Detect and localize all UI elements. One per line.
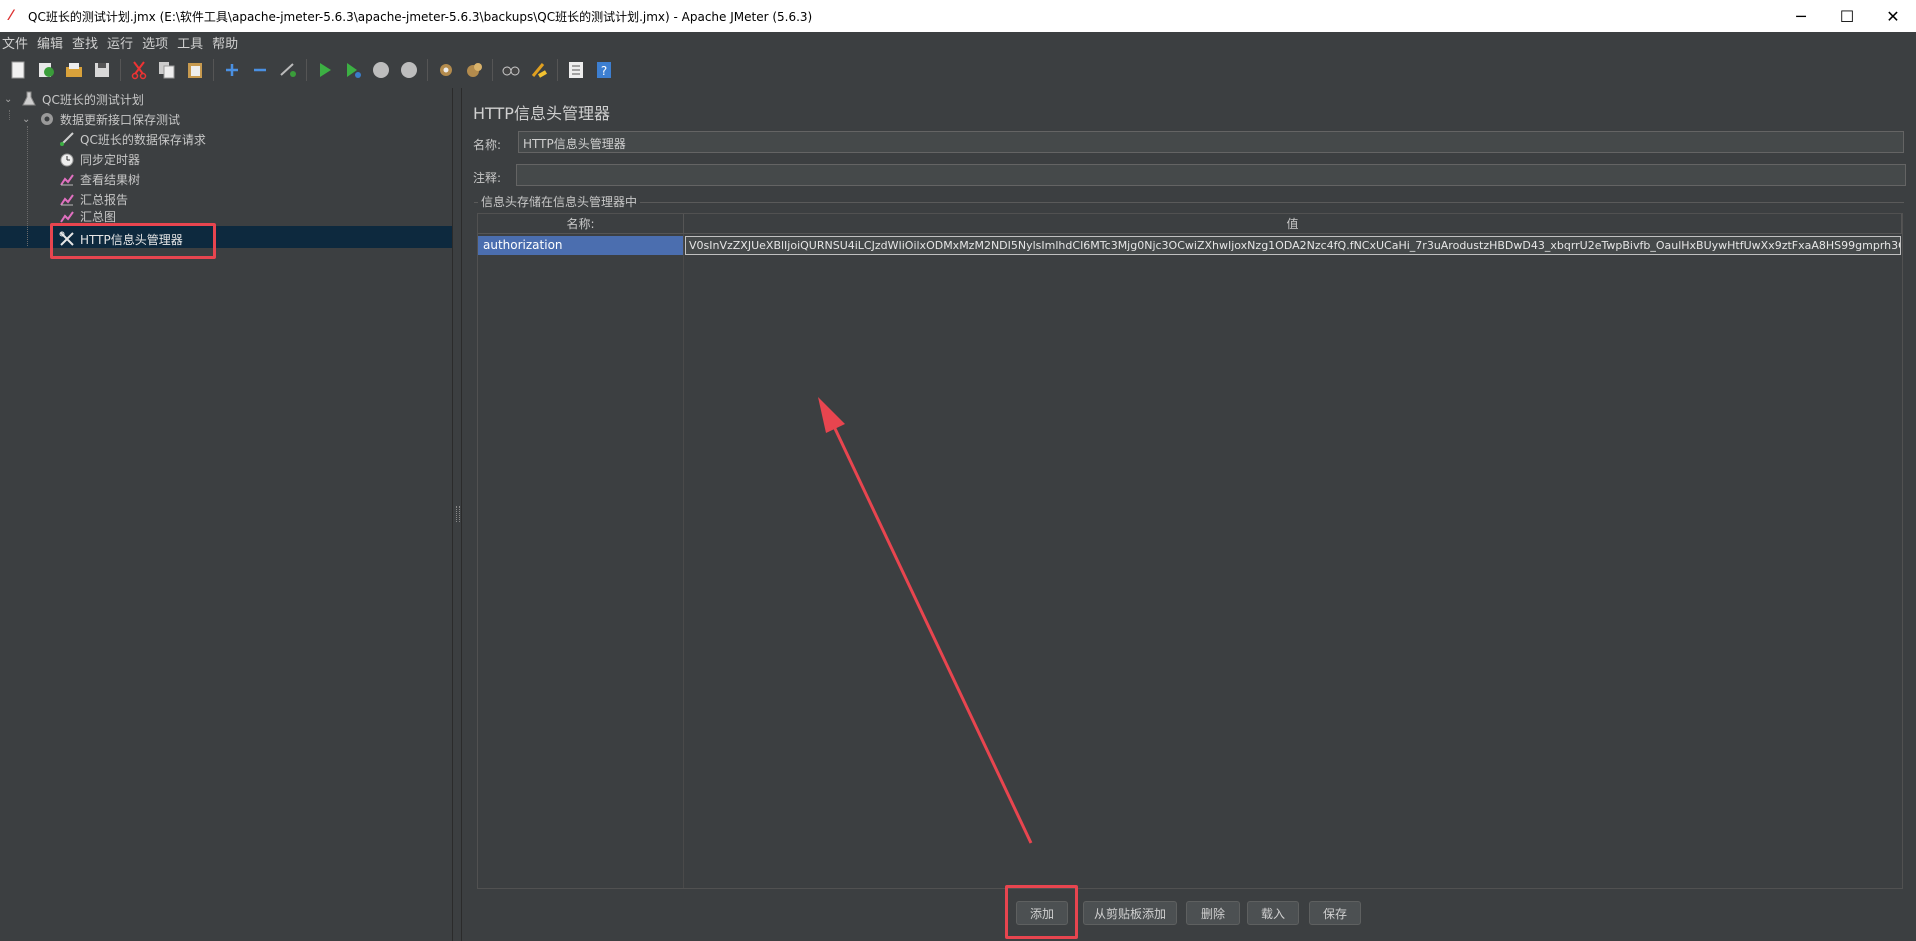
expand-icon[interactable] <box>221 59 243 81</box>
table-cell-name[interactable]: authorization <box>478 236 683 255</box>
tree-label: 汇总图 <box>80 209 117 224</box>
listener-icon <box>58 190 76 208</box>
menu-bar: 文件 编辑 查找 运行 选项 工具 帮助 <box>0 32 1916 52</box>
paste-icon[interactable] <box>184 59 206 81</box>
shutdown-icon[interactable] <box>398 59 420 81</box>
collapse-toggle-icon[interactable]: ⌄ <box>4 94 16 105</box>
function-helper-icon[interactable] <box>565 59 587 81</box>
tree-node-sampler[interactable]: QC班长的数据保存请求 <box>58 129 206 149</box>
templates-icon[interactable] <box>35 59 57 81</box>
annotation-highlight-tree-node <box>50 223 216 259</box>
delete-button[interactable]: 删除 <box>1186 901 1240 925</box>
sampler-icon <box>58 130 76 148</box>
tree-label: QC班长的数据保存请求 <box>80 132 206 147</box>
load-button[interactable]: 载入 <box>1247 901 1299 925</box>
menu-file[interactable]: 文件 <box>0 33 35 52</box>
panel-title: HTTP信息头管理器 <box>473 104 610 123</box>
jmeter-feather-icon: ⁄ <box>10 8 13 24</box>
window-title: QC班长的测试计划.jmx (E:\软件工具\apache-jmeter-5.6… <box>28 9 813 24</box>
new-icon[interactable] <box>7 59 29 81</box>
tree-node-view-results-tree[interactable]: 查看结果树 <box>58 169 140 189</box>
listener-icon <box>58 170 76 188</box>
stop-icon[interactable] <box>370 59 392 81</box>
search-icon[interactable] <box>500 59 522 81</box>
collapse-toggle-icon[interactable]: ⌄ <box>22 114 34 125</box>
tree-label: 汇总报告 <box>80 192 129 207</box>
tree-label: 数据更新接口保存测试 <box>60 112 181 127</box>
save-button[interactable]: 保存 <box>1309 901 1361 925</box>
menu-tools[interactable]: 工具 <box>175 33 210 52</box>
clear-icon[interactable] <box>435 59 457 81</box>
copy-icon[interactable] <box>156 59 178 81</box>
column-divider <box>683 234 684 888</box>
test-plan-icon <box>20 90 38 108</box>
window-titlebar: ⁄ QC班长的测试计划.jmx (E:\软件工具\apache-jmeter-5… <box>0 0 1916 32</box>
tree-node-thread-group[interactable]: ⌄ 数据更新接口保存测试 <box>22 109 180 129</box>
comment-label: 注释: <box>473 171 502 185</box>
tree-node-test-plan[interactable]: ⌄ QC班长的测试计划 <box>4 89 144 109</box>
thread-group-icon <box>38 110 56 128</box>
start-no-pause-icon[interactable] <box>342 59 364 81</box>
clear-all-icon[interactable] <box>463 59 485 81</box>
open-icon[interactable] <box>63 59 85 81</box>
tree-node-summary-report[interactable]: 汇总报告 <box>58 189 128 209</box>
cut-icon[interactable] <box>128 59 150 81</box>
tree-label: QC班长的测试计划 <box>42 92 144 107</box>
menu-search[interactable]: 查找 <box>70 33 105 52</box>
splitter-grip-icon <box>456 506 460 522</box>
split-pane-divider[interactable] <box>452 88 462 941</box>
headers-table: 名称: 值 authorization V0sInVzZXJUeXBlIjoiQ… <box>477 213 1903 889</box>
toggle-icon[interactable] <box>277 59 299 81</box>
column-header-value[interactable]: 值 <box>684 214 1902 234</box>
menu-run[interactable]: 运行 <box>105 33 140 52</box>
comment-field[interactable] <box>516 164 1906 186</box>
maximize-button[interactable]: ☐ <box>1824 0 1870 32</box>
menu-edit[interactable]: 编辑 <box>35 33 70 52</box>
menu-help[interactable]: 帮助 <box>210 33 245 52</box>
tree-label: 同步定时器 <box>80 152 141 167</box>
minimize-button[interactable]: ─ <box>1778 0 1824 32</box>
add-from-clipboard-button[interactable]: 从剪贴板添加 <box>1083 901 1177 925</box>
headers-group-title: 信息头存储在信息头管理器中 <box>478 193 641 210</box>
collapse-icon[interactable] <box>249 59 271 81</box>
svg-text:?: ? <box>601 64 607 78</box>
reset-search-icon[interactable] <box>528 59 550 81</box>
help-icon[interactable]: ? <box>593 59 615 81</box>
tree-node-summary-graph[interactable]: 汇总图 <box>58 209 116 223</box>
annotation-highlight-add-button <box>1005 885 1078 939</box>
name-field[interactable]: HTTP信息头管理器 <box>518 131 1904 153</box>
toolbar: ? <box>0 52 1916 88</box>
name-label: 名称: <box>473 138 502 152</box>
table-cell-value-editor[interactable]: V0sInVzZXJUeXBlIjoiQURNSU4iLCJzdWIiOilxO… <box>685 236 1901 255</box>
timer-icon <box>58 150 76 168</box>
start-icon[interactable] <box>314 59 336 81</box>
column-header-name[interactable]: 名称: <box>478 214 684 234</box>
close-button[interactable]: ✕ <box>1870 0 1916 32</box>
tree-label: 查看结果树 <box>80 172 141 187</box>
menu-options[interactable]: 选项 <box>140 33 175 52</box>
save-icon[interactable] <box>91 59 113 81</box>
listener-icon <box>58 209 76 223</box>
tree-node-sync-timer[interactable]: 同步定时器 <box>58 149 140 169</box>
